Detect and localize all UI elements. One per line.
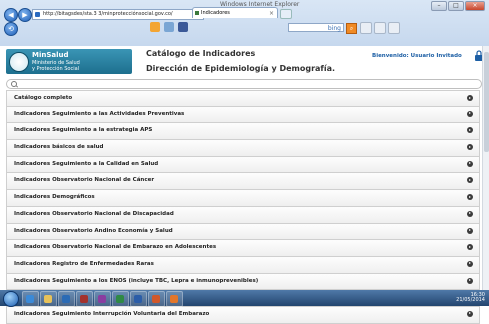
taskbar-app-media[interactable] [58,291,75,307]
list-item-label: Indicadores Seguimiento a los ENOS (incl… [14,277,259,284]
chevron-right-icon[interactable] [467,127,473,134]
window-controls: – □ × [431,1,485,11]
new-tab-button[interactable] [280,9,292,19]
list-item-label: Indicadores Seguimiento a la estrategia … [14,127,153,134]
chevron-right-icon[interactable] [467,210,473,217]
page-icon [35,12,40,17]
welcome-user: Bienvenido: Usuario Invitado [372,53,462,59]
chevron-right-icon[interactable] [467,227,473,234]
list-item[interactable]: Indicadores Observatorio Nacional de Dis… [6,206,480,224]
taskbar-app-firefox[interactable] [166,291,183,307]
taskbar-app-ie[interactable] [22,291,39,307]
favorites-icon[interactable] [150,22,160,32]
facebook-icon[interactable] [178,22,188,32]
scroll-thumb[interactable] [484,52,489,152]
search-input[interactable] [6,79,482,89]
close-button[interactable]: × [465,1,485,11]
command-bar: ⟲ bing ⌕ [0,20,489,36]
list-item-label: Indicadores Observatorio Andino Economía… [14,227,173,234]
list-item-label: Indicadores Observatorio Nacional de Cán… [14,177,155,184]
seal-icon [9,52,29,72]
list-item[interactable]: Indicadores Observatorio Andino Economía… [6,223,480,241]
list-item-label: Indicadores Observatorio Nacional de Dis… [14,210,174,217]
list-item-label: indicadores Seguimiento Interrupción Vol… [14,310,210,317]
list-item-label: Indicadores Demográficos [14,194,95,201]
chevron-right-icon[interactable] [467,277,473,284]
bing-search-input[interactable]: bing [288,23,344,32]
maximize-button[interactable]: □ [448,1,464,11]
list-item[interactable]: Indicadores Seguimiento a la Calidad en … [6,156,480,174]
indicator-list: Catálogo completo Indicadores Seguimiento… [6,90,480,324]
list-item[interactable]: indicadores Seguimiento Interrupción Vol… [6,306,480,324]
list-item[interactable]: Indicadores Observatorio Nacional de Emb… [6,240,480,257]
star-icon[interactable] [374,22,386,34]
tab-close-icon[interactable]: × [269,8,274,19]
site-header: MinSalud Ministerio de Salud y Protecció… [0,46,489,76]
list-item-label: Catálogo completo [14,95,73,101]
taskbar-app-onenote[interactable] [94,291,111,307]
start-button[interactable] [3,291,19,307]
list-item-label: Indicadores Seguimiento a la Calidad en … [14,160,159,167]
tab-indicadores[interactable]: Indicadores × [192,7,278,18]
list-item[interactable]: Indicadores Registro de Enfermedades Rar… [6,256,480,274]
chevron-right-icon[interactable] [467,194,473,201]
feeds-icon[interactable] [164,22,174,32]
taskbar-app-powerpoint[interactable] [148,291,165,307]
list-item-label: Indicadores Observatorio Nacional de Emb… [14,244,217,251]
page-subtitle: Dirección de Epidemiología y Demografía. [146,64,336,73]
page-title: Catálogo de Indicadores [146,49,256,58]
taskbar-app-access[interactable] [76,291,93,307]
logo-subtitle: Ministerio de Salud y Protección Social [32,60,80,72]
list-item[interactable]: Indicadores Seguimiento a los ENOS (incl… [6,273,480,291]
bing-label: bing [327,25,341,32]
scrollbar[interactable] [482,46,489,290]
list-item-label: Indicadores Seguimiento a las Actividade… [14,110,185,117]
chevron-right-icon[interactable] [467,310,473,317]
chevron-right-icon[interactable] [467,95,473,101]
chevron-right-icon[interactable] [467,110,473,117]
tab-favicon-icon [195,11,199,15]
chevron-right-icon[interactable] [467,160,473,167]
chevron-right-icon[interactable] [467,260,473,267]
browser-chrome: Windows Internet Explorer – □ × ◀ ▶ http… [0,0,489,47]
list-item[interactable]: Indicadores Demográficos [6,190,480,207]
home-button[interactable]: ⟲ [4,22,18,36]
chevron-right-icon[interactable] [467,244,473,251]
tab-label: Indicadores [201,10,230,16]
clock-date: 21/05/2014 [456,297,485,303]
address-bar[interactable]: http://bitagsdes/sta.3 3/minprotecciónso… [32,9,204,20]
chevron-right-icon[interactable] [467,177,473,184]
list-item[interactable]: Indicadores Seguimiento a las Actividade… [6,106,480,124]
taskbar: 16:30 21/05/2014 [0,290,489,307]
logo-name: MinSalud [32,51,69,59]
bing-search-button[interactable]: ⌕ [346,23,357,34]
taskbar-app-word[interactable] [130,291,147,307]
logo-sub-line-2: y Protección Social [32,66,80,72]
taskbar-app-explorer[interactable] [40,291,57,307]
home-page-icon[interactable] [360,22,372,34]
minsalud-logo[interactable]: MinSalud Ministerio de Salud y Protecció… [6,49,132,74]
taskbar-app-excel[interactable] [112,291,129,307]
gear-icon[interactable] [388,22,400,34]
address-text: http://bitagsdes/sta.3 3/minprotecciónso… [43,11,173,17]
list-item-label: Indicadores Registro de Enfermedades Rar… [14,260,154,267]
list-item[interactable]: Indicadores Seguimiento a la estrategia … [6,123,480,141]
list-item[interactable]: Indicadores básicos de salud [6,140,480,157]
chevron-right-icon[interactable] [467,144,473,151]
list-item[interactable]: Catálogo completo [6,90,480,107]
system-tray-clock[interactable]: 16:30 21/05/2014 [456,293,485,303]
minimize-button[interactable]: – [431,1,447,11]
list-item[interactable]: Indicadores Observatorio Nacional de Cán… [6,173,480,191]
list-item-label: Indicadores básicos de salud [14,144,104,151]
search-icon [11,81,17,87]
